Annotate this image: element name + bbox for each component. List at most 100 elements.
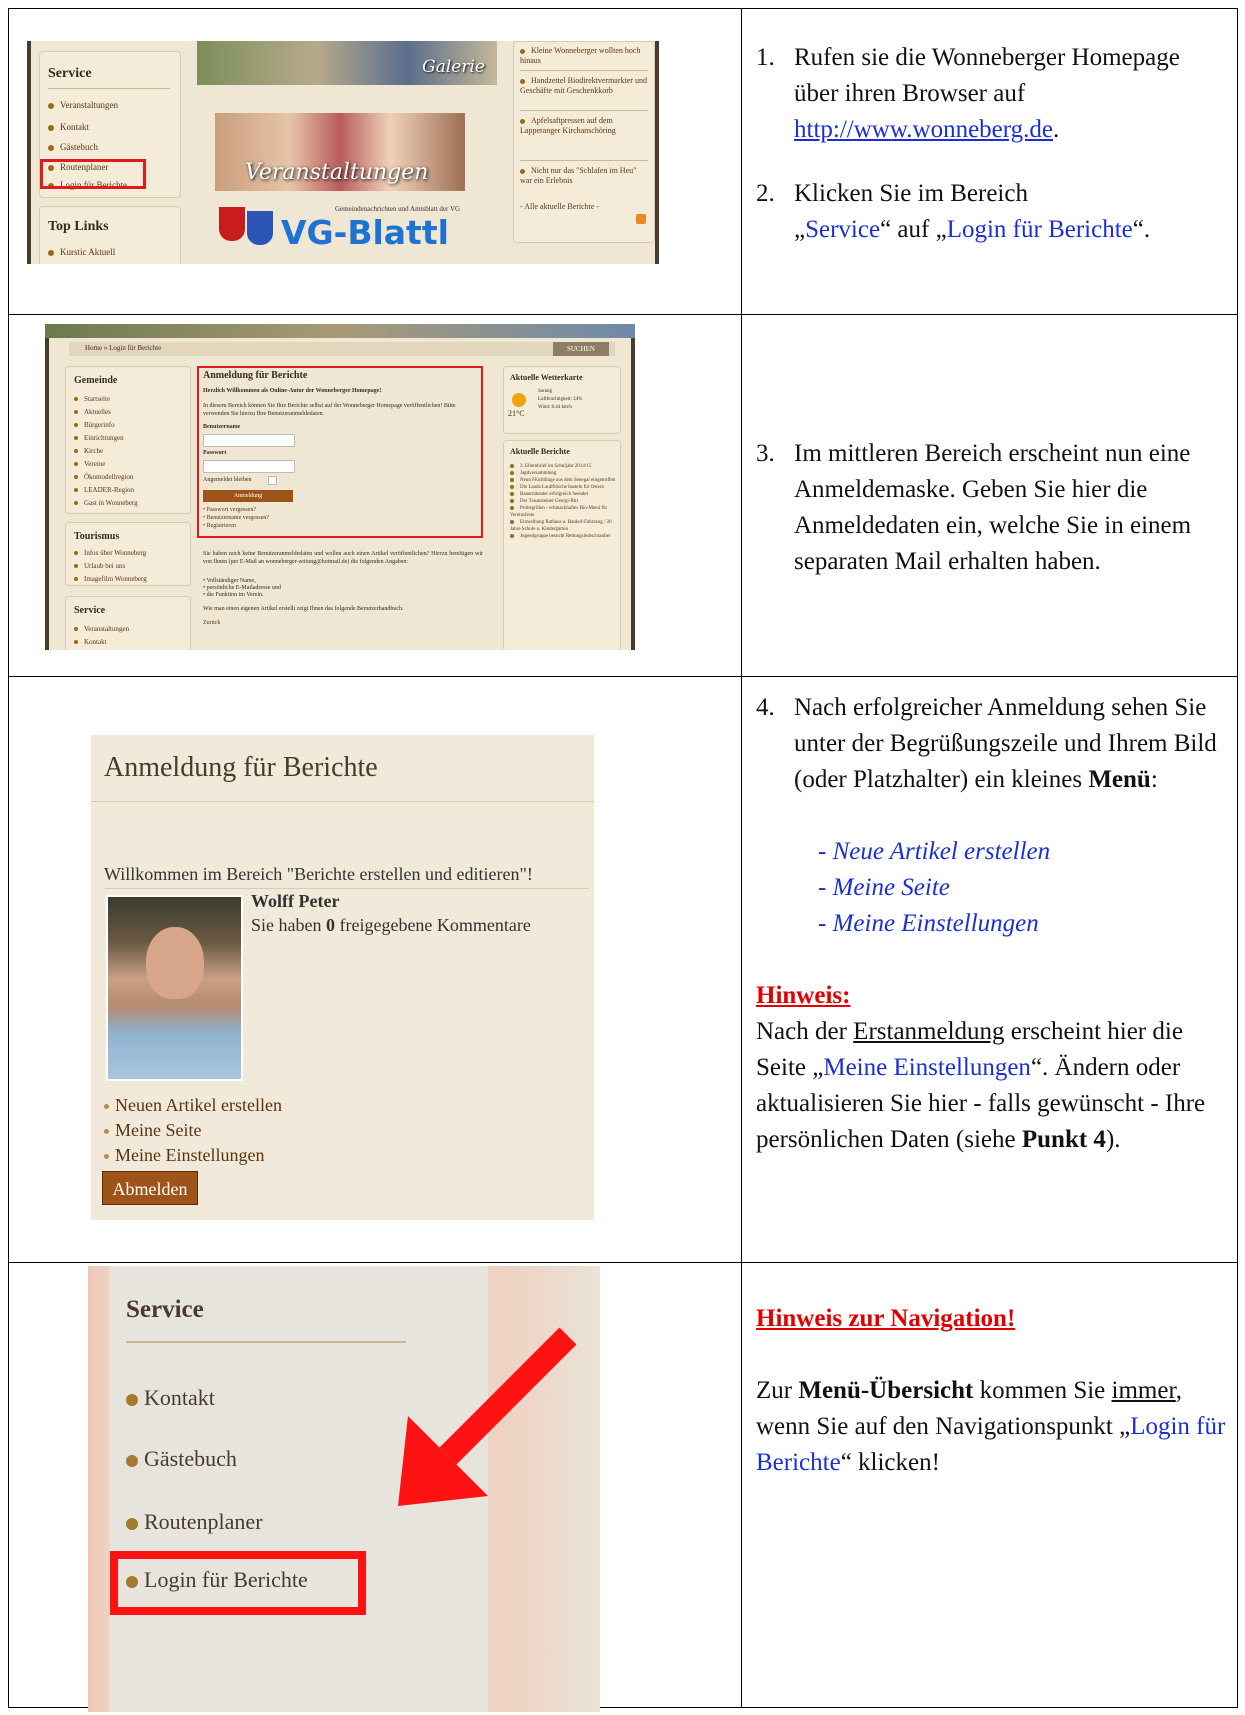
menu-item[interactable]: Gast in Wonneberg	[74, 497, 138, 510]
info-list-item[interactable]: • persönliche E-Mailadresse und	[203, 585, 281, 592]
menu-item-gaestebuch[interactable]: Gästebuch	[48, 142, 98, 152]
service-term: Service	[805, 216, 881, 243]
menu-item[interactable]: Aktuelles	[74, 406, 138, 419]
menu-summary: - Neue Artikel erstellen - Meine Seite -…	[756, 834, 1226, 942]
menu-item[interactable]: Einrichtungen	[74, 432, 138, 445]
menu-item[interactable]: Vereine	[74, 458, 138, 471]
sun-icon	[512, 393, 526, 407]
news-item[interactable]: Apfelsaftpressen auf dem Lapperanger Kir…	[520, 116, 648, 136]
report-item[interactable]: Jugendgruppe besucht Rettungshubschraube…	[510, 533, 616, 540]
login-link[interactable]: • Benutzername vergessen?	[203, 514, 269, 522]
nav-bold: Menü-Übersicht	[798, 1377, 974, 1404]
breadcrumb-bar: Home » Login für Berichte SUCHEN	[69, 342, 615, 356]
weather-temp: 21°C	[508, 409, 525, 418]
bullet-icon	[74, 577, 78, 582]
logout-button[interactable]: Abmelden	[102, 1171, 198, 1205]
service-heading: Service	[74, 605, 106, 616]
bullet-icon	[74, 551, 78, 556]
toplinks-heading: Top Links	[48, 219, 109, 234]
menu-item[interactable]: Infos über Wonneberg	[74, 547, 147, 560]
all-news-link[interactable]: - Alle aktuelle Berichte -	[520, 202, 599, 211]
reports-list: 3. Elternbrief im Schuljahr 2014/15 Jagdv…	[510, 463, 616, 540]
gemeinde-menu: Startseite Aktuelles Bürgerinfo Einrichtung…	[74, 393, 138, 510]
hint-bold: Punkt 4	[1021, 1126, 1106, 1153]
menu-new-article[interactable]: Neuen Artikel erstellen	[104, 1093, 282, 1118]
homepage-link[interactable]: http://www.wonneberg.de	[794, 116, 1053, 143]
step-number: 1.	[756, 44, 775, 71]
menu-item[interactable]: LEADER-Region	[74, 484, 138, 497]
events-banner[interactable]: Veranstaltungen	[215, 113, 465, 191]
bullet-icon	[510, 463, 514, 468]
info-list-item[interactable]: • Vollständiger Name,	[203, 578, 281, 585]
news-item[interactable]: Kleine Wonneberger wollten hoch hinaus	[520, 46, 648, 66]
menu-item-kurstic[interactable]: Kurstic Aktuell	[48, 247, 115, 257]
report-item[interactable]: Die Leada Laubfrösche basteln für Ostern	[510, 484, 616, 491]
bullet-icon	[74, 462, 78, 467]
logged-in-screenshot: Anmeldung für Berichte Willkommen im Ber…	[91, 735, 594, 1220]
menu-item[interactable]: Bürgerinfo	[74, 419, 138, 432]
weather-heading: Aktuelle Wetterkarte	[510, 373, 583, 382]
menu-item-kontakt[interactable]: Kontakt	[48, 122, 89, 132]
report-item[interactable]: Neun Flüchtlinge aus dem Senegal eingetr…	[510, 477, 616, 484]
menu-summary-item: - Meine Einstellungen	[818, 910, 1039, 937]
info-list: • Vollständiger Name, • persönliche E-Mai…	[203, 578, 281, 599]
step-4-colon: :	[1150, 766, 1158, 793]
report-item[interactable]: Probegrillen - schmackhaftes Bio-Menü fü…	[510, 505, 616, 519]
weather-condition: Sonnig	[538, 389, 553, 394]
menu-item-routenplaner[interactable]: Routenplaner	[126, 1509, 263, 1535]
menu-item-veranstaltungen[interactable]: Veranstaltungen	[48, 100, 118, 110]
nav-text-end: “ klicken!	[840, 1449, 940, 1476]
login-button[interactable]: Anmeldung	[203, 490, 293, 502]
menu-item[interactable]: Startseite	[74, 393, 138, 406]
step-2-text-mid: “ auf „	[880, 216, 947, 243]
menu-item[interactable]: Kontakt	[74, 636, 129, 649]
menu-item[interactable]: Veranstaltungen	[74, 623, 129, 636]
row-divider-1	[8, 314, 1238, 315]
gemeinde-heading: Gemeinde	[74, 375, 118, 386]
heading-divider	[126, 1341, 406, 1343]
report-item[interactable]: Jagdversammlung	[510, 470, 616, 477]
menu-item[interactable]: Kirche	[74, 445, 138, 458]
login-link[interactable]: • Registrieren	[203, 522, 269, 530]
tourismus-menu: Infos über Wonneberg Urlaub bei uns Imagef…	[74, 547, 147, 586]
report-item[interactable]: Einweihung Rathaus u. Bauhof-Fahrzeug / …	[510, 519, 616, 533]
search-button[interactable]: SUCHEN	[553, 342, 609, 356]
report-item[interactable]: 3. Elternbrief im Schuljahr 2014/15	[510, 463, 616, 470]
menu-my-settings[interactable]: Meine Einstellungen	[104, 1143, 282, 1168]
report-item[interactable]: Bauerntheater erfolgreich beendet	[510, 491, 616, 498]
gallery-banner[interactable]: Galerie	[197, 41, 497, 85]
menu-my-page[interactable]: Meine Seite	[104, 1118, 282, 1143]
tourismus-heading: Tourismus	[74, 531, 120, 542]
breadcrumb[interactable]: Home » Login für Berichte	[85, 344, 161, 352]
vgblatt-banner[interactable]: Gemeindenachrichten und Amtsblatt der VG…	[215, 201, 505, 259]
username-input[interactable]	[203, 434, 295, 447]
news-item[interactable]: Handzettel Biodirektvermarkter und Gesch…	[520, 76, 648, 96]
menu-item[interactable]: Imagefilm Wonneberg	[74, 573, 147, 586]
login-link[interactable]: • Passwort vergessen?	[203, 506, 269, 514]
info-text: Sie haben noch keine Benutzeranmeldedate…	[203, 551, 483, 565]
info-list-item[interactable]: • die Funktion im Verein.	[203, 592, 281, 599]
menu-item-gaestebuch[interactable]: Gästebuch	[126, 1446, 237, 1472]
hint-text: Nach der	[756, 1018, 854, 1045]
rss-icon[interactable]	[636, 214, 646, 224]
remember-checkbox[interactable]	[268, 476, 277, 485]
news-item[interactable]: Nicht nur das "Schlafen im Heu" war ein …	[520, 166, 648, 186]
menu-item[interactable]: Urlaub bei uns	[74, 560, 147, 573]
vgblatt-title: VG-Blattl	[281, 213, 449, 252]
nav-text: Zur	[756, 1377, 799, 1404]
menu-item[interactable]: Ökomodellregion	[74, 471, 138, 484]
menu-item-kontakt[interactable]: Kontakt	[126, 1385, 215, 1411]
nav-underlined: immer	[1111, 1377, 1176, 1404]
service-heading: Service	[48, 66, 92, 81]
bullet-icon	[74, 475, 78, 480]
service-menu: Veranstaltungen Kontakt	[74, 623, 129, 649]
bullet-icon	[510, 533, 514, 538]
password-input[interactable]	[203, 460, 295, 473]
user-menu: Neuen Artikel erstellen Meine Seite Mein…	[104, 1093, 282, 1168]
step-number: 3.	[756, 440, 775, 467]
face-shape	[146, 927, 204, 999]
weather-humidity: Luftfeuchtigkeit: 24%	[538, 397, 583, 402]
back-link[interactable]: Zurück	[203, 620, 220, 626]
hint-underlined: Erstanmeldung	[853, 1018, 1005, 1045]
report-item[interactable]: Der Traunsteiner Georgi-Ritt	[510, 498, 616, 505]
